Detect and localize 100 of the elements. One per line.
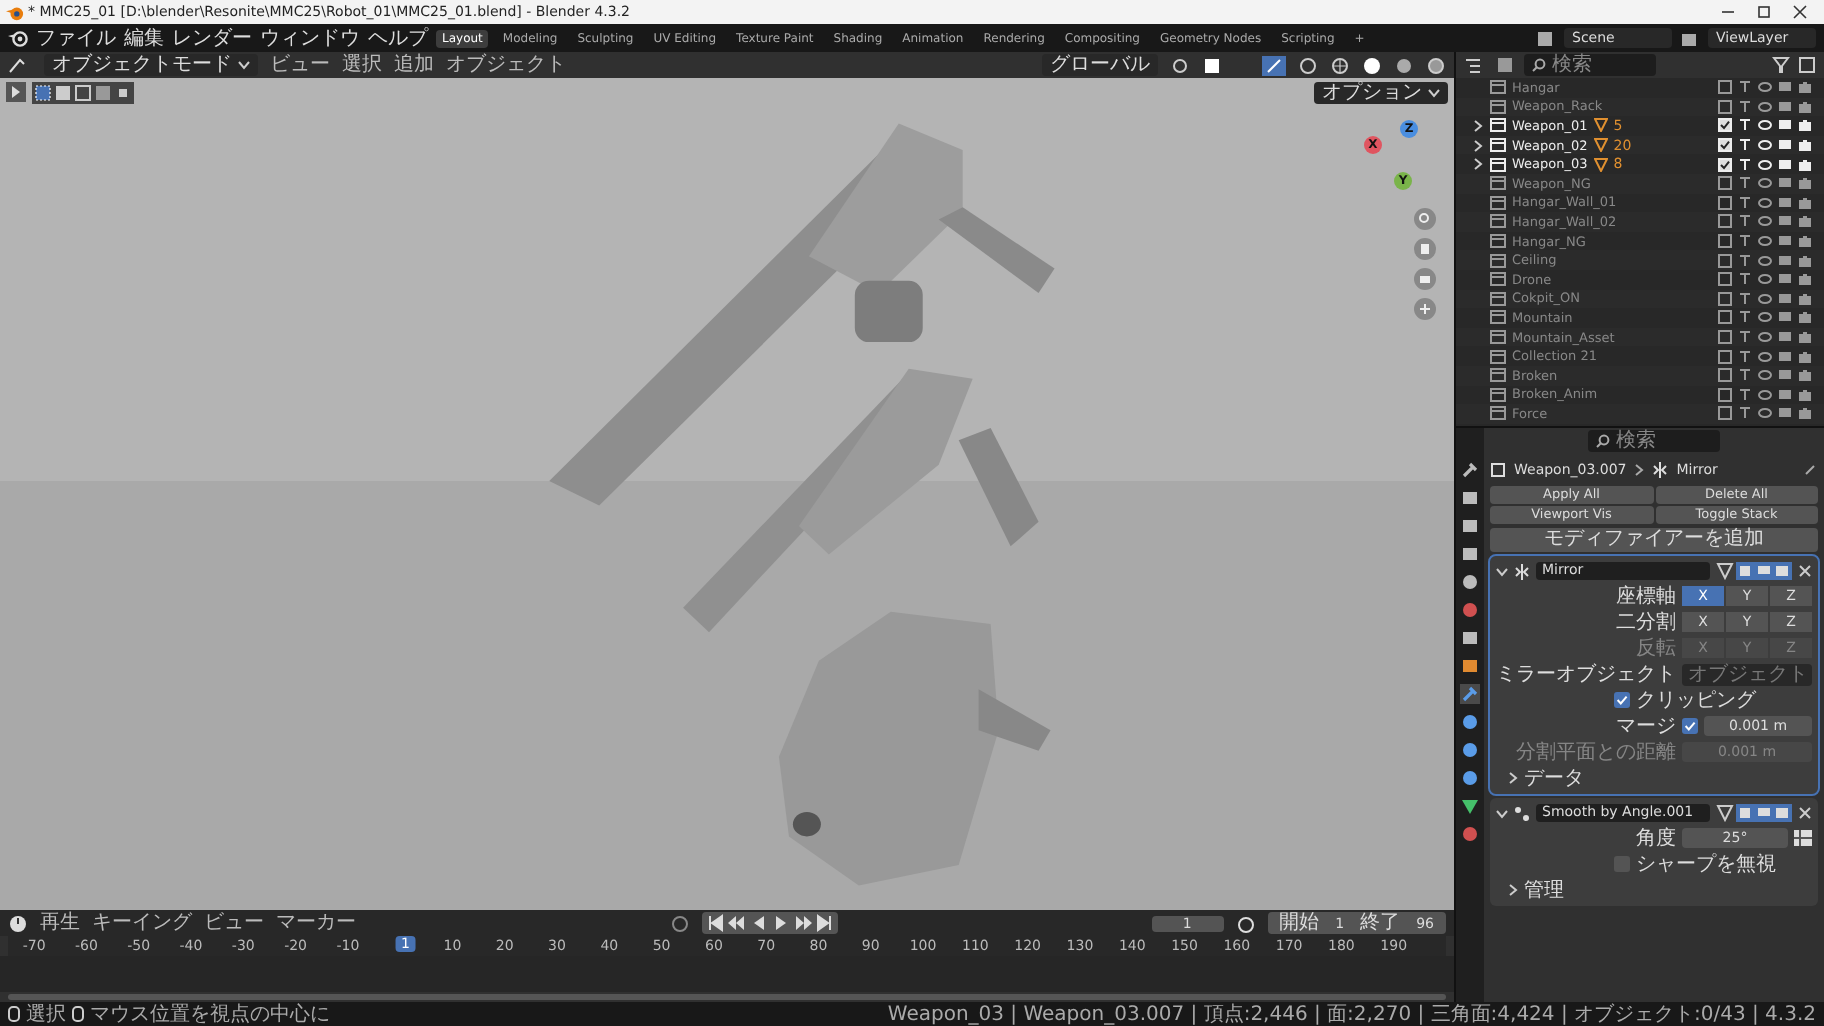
checkbox[interactable] [1718, 349, 1732, 364]
menu-item[interactable]: 編集 [124, 27, 164, 49]
new-collection-icon[interactable] [1798, 56, 1816, 74]
data-subpanel-header[interactable]: データ [1524, 767, 1584, 789]
checkbox[interactable] [1718, 176, 1732, 191]
search-icon [1532, 58, 1546, 72]
mirror-icon [1514, 563, 1530, 579]
checkbox[interactable] [1718, 406, 1732, 421]
scrollbar[interactable] [8, 994, 1446, 1000]
blender-logo-icon[interactable] [8, 28, 28, 48]
viewport-menu[interactable]: 選択 [342, 54, 382, 76]
status-hint: マウス位置を視点の中心に [90, 1003, 330, 1025]
viewport-menu[interactable]: ビュー [270, 54, 330, 76]
zoom-icon[interactable] [1414, 208, 1436, 230]
solid-shading-icon[interactable] [1362, 55, 1382, 75]
axis-row-label: 座標軸 [1614, 585, 1676, 607]
timeline-track-area[interactable] [0, 956, 1454, 992]
sphere-icon[interactable] [1460, 824, 1480, 844]
outliner-search-field[interactable]: 検索 [1524, 54, 1656, 76]
play-icon[interactable] [771, 914, 790, 932]
wrench-icon[interactable] [1460, 684, 1480, 704]
modifier-toggles-icon[interactable] [1716, 804, 1792, 822]
properties-search-field[interactable]: 検索 [1588, 430, 1720, 452]
hand-icon[interactable] [1414, 238, 1436, 260]
clock-icon[interactable] [8, 913, 28, 933]
timeline-menu[interactable]: 再生 [40, 912, 80, 934]
snap-icon[interactable] [1170, 55, 1190, 75]
checkbox[interactable] [1718, 99, 1732, 114]
tool-icon[interactable] [1460, 460, 1480, 480]
intersect-select-icon[interactable] [114, 84, 132, 102]
caret-icon [1428, 88, 1440, 98]
checkbox[interactable] [1718, 195, 1732, 210]
next-key-icon[interactable] [793, 914, 812, 932]
modifier-toggles-icon[interactable] [1716, 562, 1792, 580]
gizmo-icon[interactable] [1262, 55, 1286, 75]
checkbox[interactable] [1718, 234, 1732, 249]
blender-logo-icon [6, 3, 24, 21]
close-icon[interactable] [1792, 4, 1808, 20]
box-icon[interactable] [1460, 628, 1480, 648]
collection-icon [1490, 195, 1506, 210]
checkbox[interactable] [1718, 118, 1732, 133]
collection-icon [1490, 176, 1506, 191]
checkbox[interactable] [1718, 138, 1732, 153]
node-socket-icon[interactable] [1794, 830, 1812, 846]
collection-icon [1490, 138, 1506, 153]
timeline-menu[interactable]: ビュー [204, 912, 264, 934]
checkbox[interactable] [1718, 387, 1732, 402]
color-swatch-icon[interactable] [1202, 55, 1222, 75]
end-label: 終了 [1360, 912, 1401, 934]
axis-row-label: 二分割 [1614, 611, 1676, 633]
transform-orientation-dropdown[interactable]: グローバル [1042, 54, 1158, 76]
viewport-menu[interactable]: オブジェクト [446, 54, 566, 76]
options-dropdown[interactable]: オプション [1314, 82, 1448, 104]
collection-icon [1490, 272, 1506, 287]
box-select-icon[interactable] [34, 84, 52, 102]
checkbox[interactable] [1718, 330, 1732, 345]
subtract-select-icon[interactable] [74, 84, 92, 102]
scene-statistics: Weapon_03 | Weapon_03.007 | 頂点:2,446 | 面:2,270 | 三角面:4,424 | オブジェクト:0/43 | 4.3.2 [887, 1003, 1816, 1025]
checkbox[interactable] [1718, 253, 1732, 268]
menu-item[interactable]: ヘルプ [368, 27, 428, 49]
checkbox[interactable] [1718, 291, 1732, 306]
timeline-menu[interactable]: キーイング [92, 912, 192, 934]
add-modifier-button[interactable]: モディファイアーを追加 [1490, 528, 1818, 552]
mode-dropdown[interactable]: オブジェクトモード [44, 54, 258, 76]
checkbox[interactable] [1718, 272, 1732, 287]
extend-select-icon[interactable] [54, 84, 72, 102]
manage-subpanel-header[interactable]: 管理 [1524, 879, 1564, 901]
collection-icon [1490, 368, 1506, 383]
overlay-icon[interactable] [1298, 55, 1318, 75]
checkbox[interactable] [1718, 80, 1732, 95]
material-shading-icon[interactable] [1394, 55, 1414, 75]
chevron-icon[interactable] [1508, 772, 1518, 784]
timeline-menu[interactable]: マーカー [276, 912, 356, 934]
play-reverse-icon[interactable] [749, 914, 768, 932]
record-icon[interactable] [669, 913, 690, 933]
funnel-icon[interactable] [1772, 56, 1790, 74]
prev-key-icon[interactable] [727, 914, 746, 932]
checkbox[interactable] [1718, 214, 1732, 229]
checkbox[interactable] [1718, 310, 1732, 325]
menu-item[interactable]: ウィンドウ [260, 27, 360, 49]
chevron-icon[interactable] [1508, 884, 1518, 896]
checkbox[interactable] [1718, 157, 1732, 172]
viewport-menu[interactable]: 追加 [394, 54, 434, 76]
collection-icon [1490, 310, 1506, 325]
rendered-shading-icon[interactable] [1426, 55, 1446, 75]
invert-select-icon[interactable] [94, 84, 112, 102]
jump-end-icon[interactable] [815, 914, 834, 932]
maximize-icon[interactable] [1756, 4, 1772, 20]
checkbox[interactable] [1718, 368, 1732, 383]
jump-start-icon[interactable] [705, 914, 724, 932]
triangle-icon[interactable] [1460, 796, 1480, 816]
menu-item[interactable]: レンダー [172, 27, 252, 49]
menu-item[interactable]: ファイル [36, 27, 116, 49]
cursor-tool-icon[interactable] [6, 82, 26, 102]
square-icon[interactable] [1460, 656, 1480, 676]
grid-icon[interactable] [1414, 298, 1436, 320]
collection-icon [1490, 330, 1506, 345]
pin-icon[interactable] [1802, 462, 1818, 478]
wireframe-shading-icon[interactable] [1330, 55, 1350, 75]
stopwatch-icon[interactable] [1235, 913, 1256, 933]
